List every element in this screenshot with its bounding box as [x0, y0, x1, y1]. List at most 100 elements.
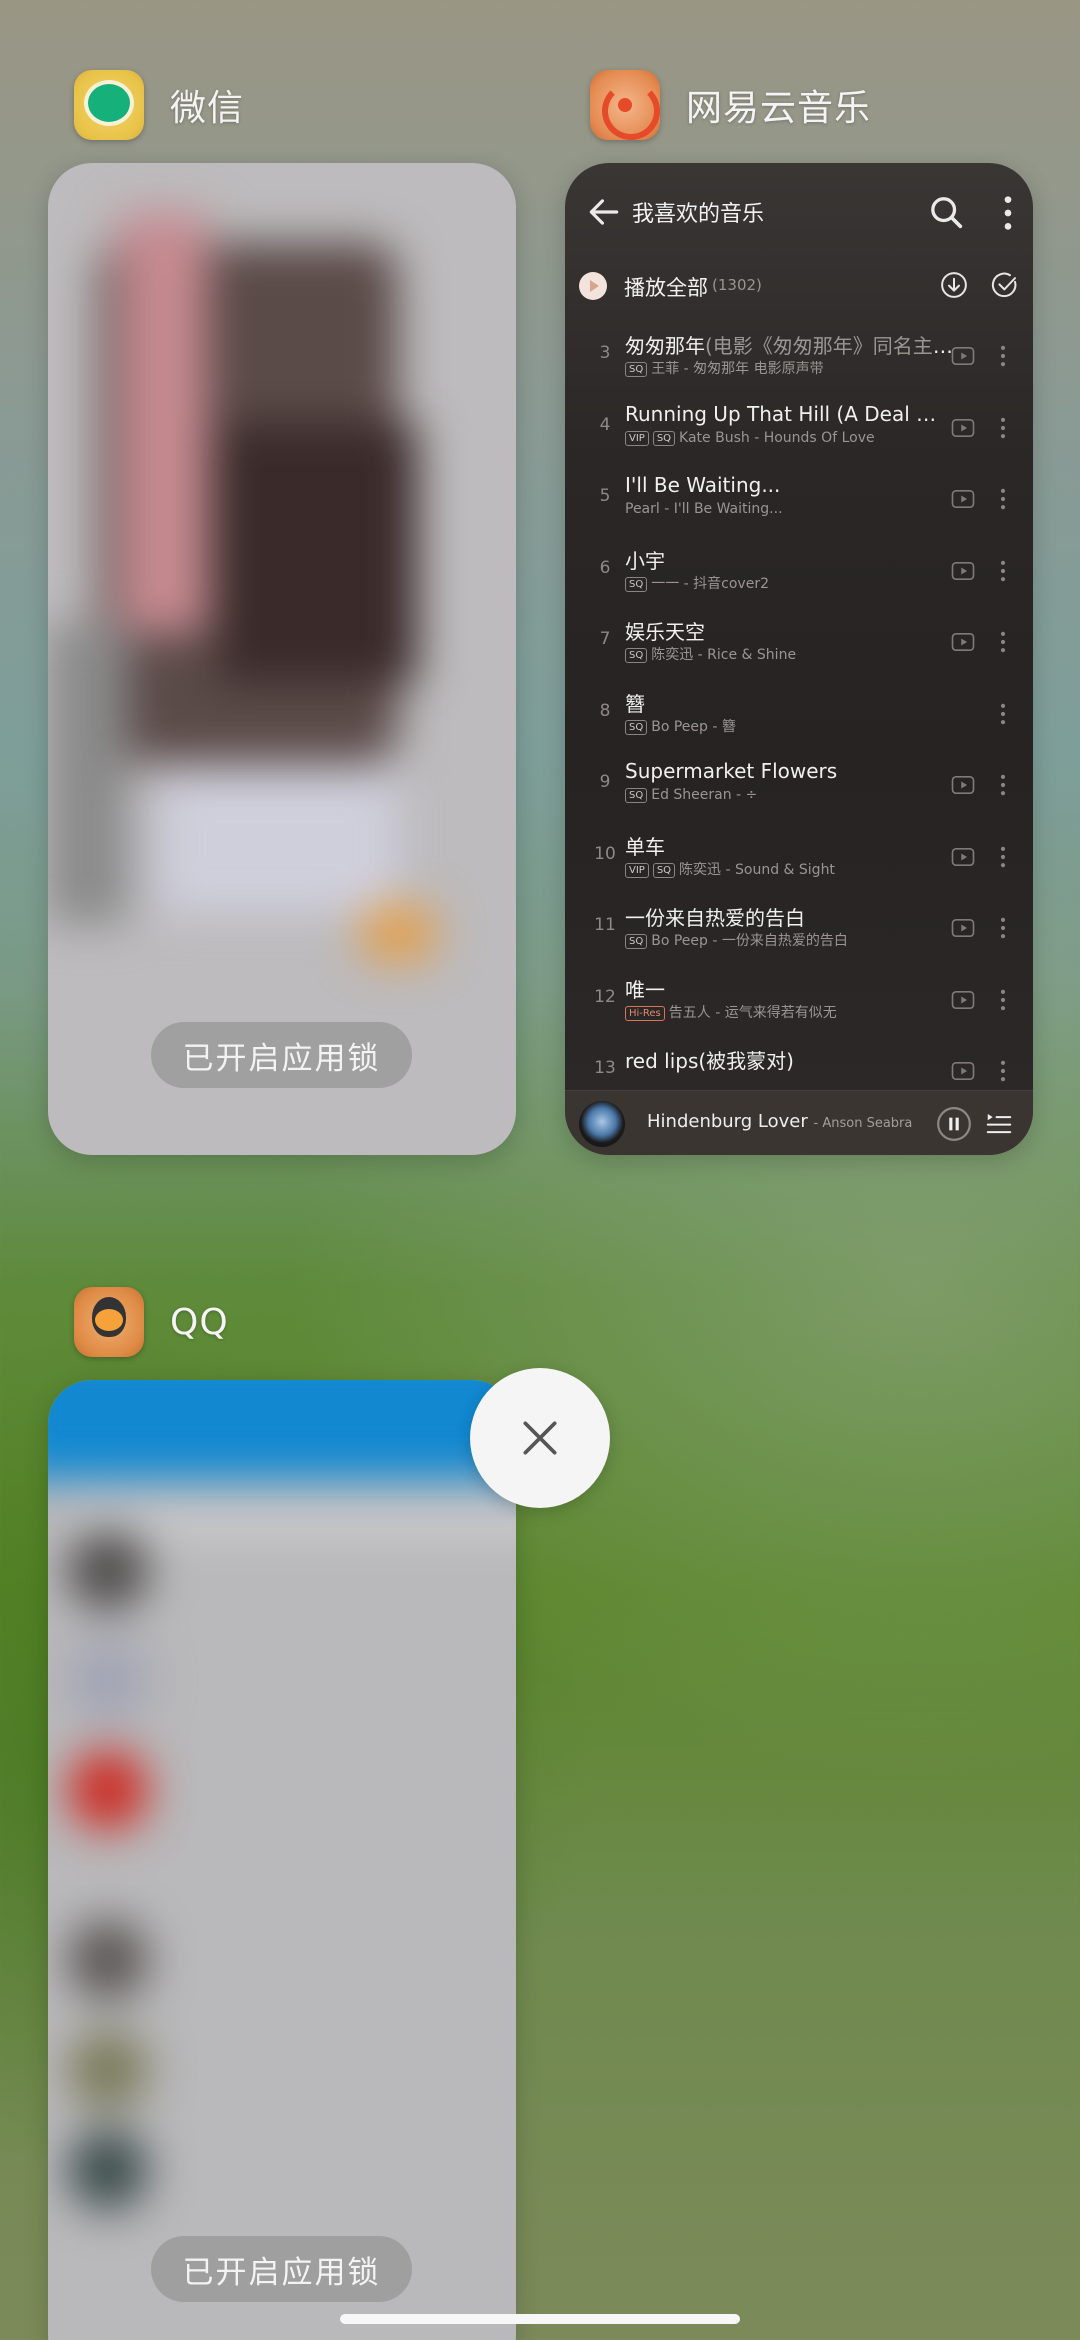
album-cover[interactable]: [579, 1101, 625, 1147]
song-title-line: red lips(被我蒙对): [625, 1045, 955, 1074]
qq-app-icon[interactable]: [74, 1287, 144, 1357]
search-icon[interactable]: [927, 193, 967, 233]
close-all-button[interactable]: [470, 1368, 610, 1508]
app-card-netease-music[interactable]: 我喜欢的音乐 播放全部 (1302) 3 匆匆那年(电影《匆匆那年》同名主题曲) S…: [565, 163, 1033, 1155]
quality-badge: SQ: [625, 934, 648, 949]
song-artist-album: 陈奕迅 - Rice & Shine: [651, 647, 797, 663]
song-title-note: (电影《匆匆那年》同名主题曲): [705, 334, 955, 358]
song-title-line: 唯一: [625, 974, 955, 1003]
quality-badge: SQ: [625, 719, 648, 735]
home-indicator[interactable]: [340, 2314, 740, 2324]
song-subtitle-line: Hi-Res 告五人 - 运气来得若有似无: [625, 1002, 935, 1022]
song-artist-album: 王菲 - 匆匆那年 电影原声带: [651, 361, 824, 377]
song-title-line: 匆匆那年(电影《匆匆那年》同名主题曲): [625, 330, 955, 359]
play-all-icon[interactable]: [579, 272, 607, 300]
song-more-icon[interactable]: [996, 843, 1010, 871]
mv-play-icon[interactable]: [949, 342, 977, 370]
song-more-icon[interactable]: [996, 628, 1010, 656]
song-row[interactable]: 10 单车 VIP SQ 陈奕迅 - Sound & Sight: [565, 824, 1033, 896]
quality-badge: SQ: [625, 576, 648, 592]
app-label-netease-music[interactable]: 网易云音乐: [590, 70, 871, 140]
playlist-icon[interactable]: [984, 1109, 1014, 1139]
multi-select-icon[interactable]: [990, 270, 1020, 300]
song-artist-album: Bo Peep - 簪: [651, 718, 736, 735]
page-title: 我喜欢的音乐: [632, 202, 765, 227]
song-title: 娱乐天空: [625, 620, 705, 644]
song-more-icon[interactable]: [996, 914, 1010, 942]
quality-badge: SQ: [625, 788, 648, 803]
song-more-icon[interactable]: [996, 986, 1010, 1014]
app-label-wechat[interactable]: 微信: [74, 70, 244, 140]
song-index: 8: [599, 700, 611, 721]
music-toolbar: 我喜欢的音乐: [565, 163, 1033, 258]
song-subtitle-line: VIP SQ 陈奕迅 - Sound & Sight: [625, 859, 935, 879]
play-all-row[interactable]: 播放全部 (1302): [565, 258, 1033, 328]
song-artist-album: Bo Peep - 一份来自热爱的告白: [651, 933, 848, 949]
song-subtitle-line: SQ Bo Peep - 一份来自热爱的告白: [625, 930, 935, 950]
song-artist-album: Pearl - I'll Be Waiting...: [625, 501, 783, 517]
app-name: 网易云音乐: [686, 88, 872, 129]
app-card-wechat[interactable]: 已开启应用锁: [48, 163, 516, 1155]
song-artist-album: 告五人 - 运气来得若有似无: [668, 1004, 837, 1021]
song-index: 5: [599, 486, 611, 506]
mv-play-icon[interactable]: [949, 628, 977, 656]
song-more-icon[interactable]: [996, 485, 1010, 513]
song-more-icon[interactable]: [996, 342, 1010, 370]
song-title: I'll Be Waiting...: [625, 473, 781, 497]
mv-play-icon[interactable]: [949, 843, 977, 871]
app-card-qq[interactable]: 已开启应用锁: [48, 1380, 516, 2340]
song-artist-album: Ed Sheeran - ÷: [651, 787, 758, 803]
quality-badge: VIP: [625, 862, 649, 878]
now-playing[interactable]: Hindenburg Lover - Anson Seabra: [647, 1111, 912, 1132]
song-more-icon[interactable]: [996, 414, 1010, 442]
song-index: 9: [599, 772, 611, 792]
quality-badge: Hi-Res: [625, 1005, 665, 1021]
song-row[interactable]: 5 I'll Be Waiting... Pearl - I'll Be Waiti…: [565, 466, 1033, 538]
netease-music-app-icon[interactable]: [590, 70, 660, 140]
mv-play-icon[interactable]: [949, 986, 977, 1014]
song-subtitle-line: SQ Bo Peep - 簪: [625, 716, 935, 736]
quality-badge: SQ: [652, 430, 676, 446]
app-name: 微信: [170, 88, 245, 129]
song-more-icon[interactable]: [996, 771, 1010, 799]
song-more-icon[interactable]: [996, 700, 1010, 728]
mv-play-icon[interactable]: [949, 485, 977, 513]
song-subtitle-line: SQ 一一 - 抖音cover2: [625, 573, 935, 593]
song-more-icon[interactable]: [996, 1057, 1010, 1085]
mv-play-icon[interactable]: [949, 414, 977, 442]
song-title-line: Running Up That Hill (A Deal With God) (…: [625, 402, 955, 426]
song-title-line: 小宇: [625, 545, 955, 574]
blurred-preview: [48, 1380, 516, 2340]
song-row[interactable]: 9 Supermarket Flowers SQ Ed Sheeran - ÷: [565, 752, 1033, 824]
mv-play-icon[interactable]: [949, 771, 977, 799]
song-index: 3: [599, 343, 611, 363]
song-title: 唯一: [625, 977, 665, 1002]
song-row[interactable]: 3 匆匆那年(电影《匆匆那年》同名主题曲) SQ 王菲 - 匆匆那年 电影原声带: [565, 323, 1033, 395]
download-icon[interactable]: [939, 270, 969, 300]
song-row[interactable]: 7 娱乐天空 SQ 陈奕迅 - Rice & Shine: [565, 609, 1033, 681]
song-more-icon[interactable]: [996, 557, 1010, 585]
song-row[interactable]: 12 唯一 Hi-Res 告五人 - 运气来得若有似无: [565, 967, 1033, 1039]
play-all-label: 播放全部: [624, 276, 708, 300]
song-row[interactable]: 6 小宇 SQ 一一 - 抖音cover2: [565, 538, 1033, 610]
song-title-line: 娱乐天空: [625, 616, 955, 645]
song-artist-album: 陈奕迅 - Sound & Sight: [679, 861, 835, 878]
app-label-qq[interactable]: QQ: [74, 1287, 229, 1357]
song-row[interactable]: 4 Running Up That Hill (A Deal With God) …: [565, 395, 1033, 467]
app-lock-badge: 已开启应用锁: [151, 1022, 412, 1088]
mini-player[interactable]: Hindenburg Lover - Anson Seabra: [565, 1090, 1033, 1155]
song-title: red lips(被我蒙对): [625, 1049, 794, 1073]
song-title-line: 单车: [625, 831, 955, 860]
mv-play-icon[interactable]: [949, 914, 977, 942]
mv-play-icon[interactable]: [949, 1057, 977, 1085]
wechat-app-icon[interactable]: [74, 70, 144, 140]
back-arrow-icon[interactable]: [585, 193, 623, 231]
song-title: 一份来自热爱的告白: [625, 906, 805, 930]
song-index: 12: [594, 986, 616, 1007]
song-subtitle-line: SQ Ed Sheeran - ÷: [625, 787, 935, 803]
mv-play-icon[interactable]: [949, 557, 977, 585]
song-row[interactable]: 8 簪 SQ Bo Peep - 簪: [565, 681, 1033, 753]
pause-icon[interactable]: [935, 1105, 973, 1143]
song-row[interactable]: 11 一份来自热爱的告白 SQ Bo Peep - 一份来自热爱的告白: [565, 895, 1033, 967]
more-vertical-icon[interactable]: [998, 193, 1018, 233]
